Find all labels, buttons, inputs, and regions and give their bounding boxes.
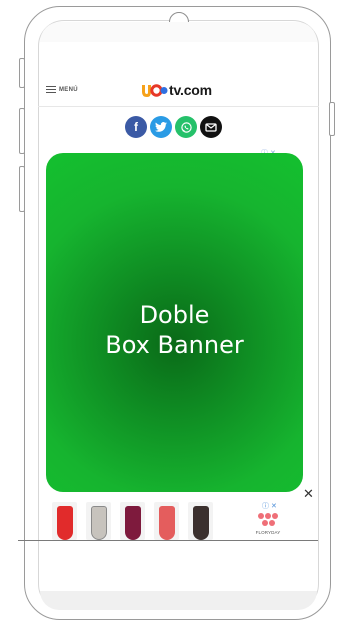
dress-image: [124, 506, 141, 540]
banner-line-1: Doble: [139, 300, 210, 329]
twitter-share-button[interactable]: [150, 116, 172, 138]
ad-divider: [18, 540, 318, 541]
site-logo[interactable]: tv.com: [141, 82, 212, 98]
twitter-icon: [155, 122, 167, 132]
email-share-button[interactable]: [200, 116, 222, 138]
dress-image: [56, 506, 73, 540]
dress-image: [90, 506, 107, 540]
dress-product-thumbnail[interactable]: [154, 502, 179, 540]
logo-text: tv.com: [169, 82, 212, 98]
menu-button[interactable]: MENÚ: [46, 86, 78, 93]
dress-product-thumbnail[interactable]: [52, 502, 77, 540]
close-ad-icon[interactable]: ✕: [303, 486, 314, 502]
dress-product-thumbnail[interactable]: [120, 502, 145, 540]
dress-product-thumbnail[interactable]: [86, 502, 111, 540]
status-bar: [40, 22, 317, 42]
dress-image: [192, 506, 209, 540]
whatsapp-share-button[interactable]: [175, 116, 197, 138]
bottom-bar: [40, 591, 317, 610]
phone-side-button-power: [329, 102, 335, 136]
dress-product-thumbnail[interactable]: [188, 502, 213, 540]
menu-label: MENÚ: [59, 86, 78, 93]
phone-side-button-volume-down: [19, 166, 25, 212]
banner-line-2: Box Banner: [105, 330, 244, 359]
hamburger-icon: [46, 86, 56, 93]
facebook-share-button[interactable]: f: [125, 116, 147, 138]
adchoices-bottom-icon[interactable]: ⓘ ✕: [262, 501, 277, 511]
advertiser-logo[interactable]: ⓘ ✕ FLORYDAY: [251, 500, 285, 538]
share-bar: f: [125, 116, 222, 138]
facebook-icon: f: [134, 120, 138, 134]
phone-side-button-mute: [19, 58, 25, 88]
banner-text: Doble Box Banner: [105, 300, 243, 360]
double-box-banner[interactable]: Doble Box Banner: [46, 153, 303, 492]
envelope-icon: [205, 122, 217, 132]
phone-side-button-volume-up: [19, 108, 25, 154]
advertiser-name: FLORYDAY: [255, 530, 281, 535]
logo-mark-icon: [141, 82, 168, 98]
header-divider: [38, 106, 319, 107]
dress-image: [158, 506, 175, 540]
whatsapp-icon: [180, 121, 192, 133]
flower-logo-icon: [256, 513, 280, 526]
